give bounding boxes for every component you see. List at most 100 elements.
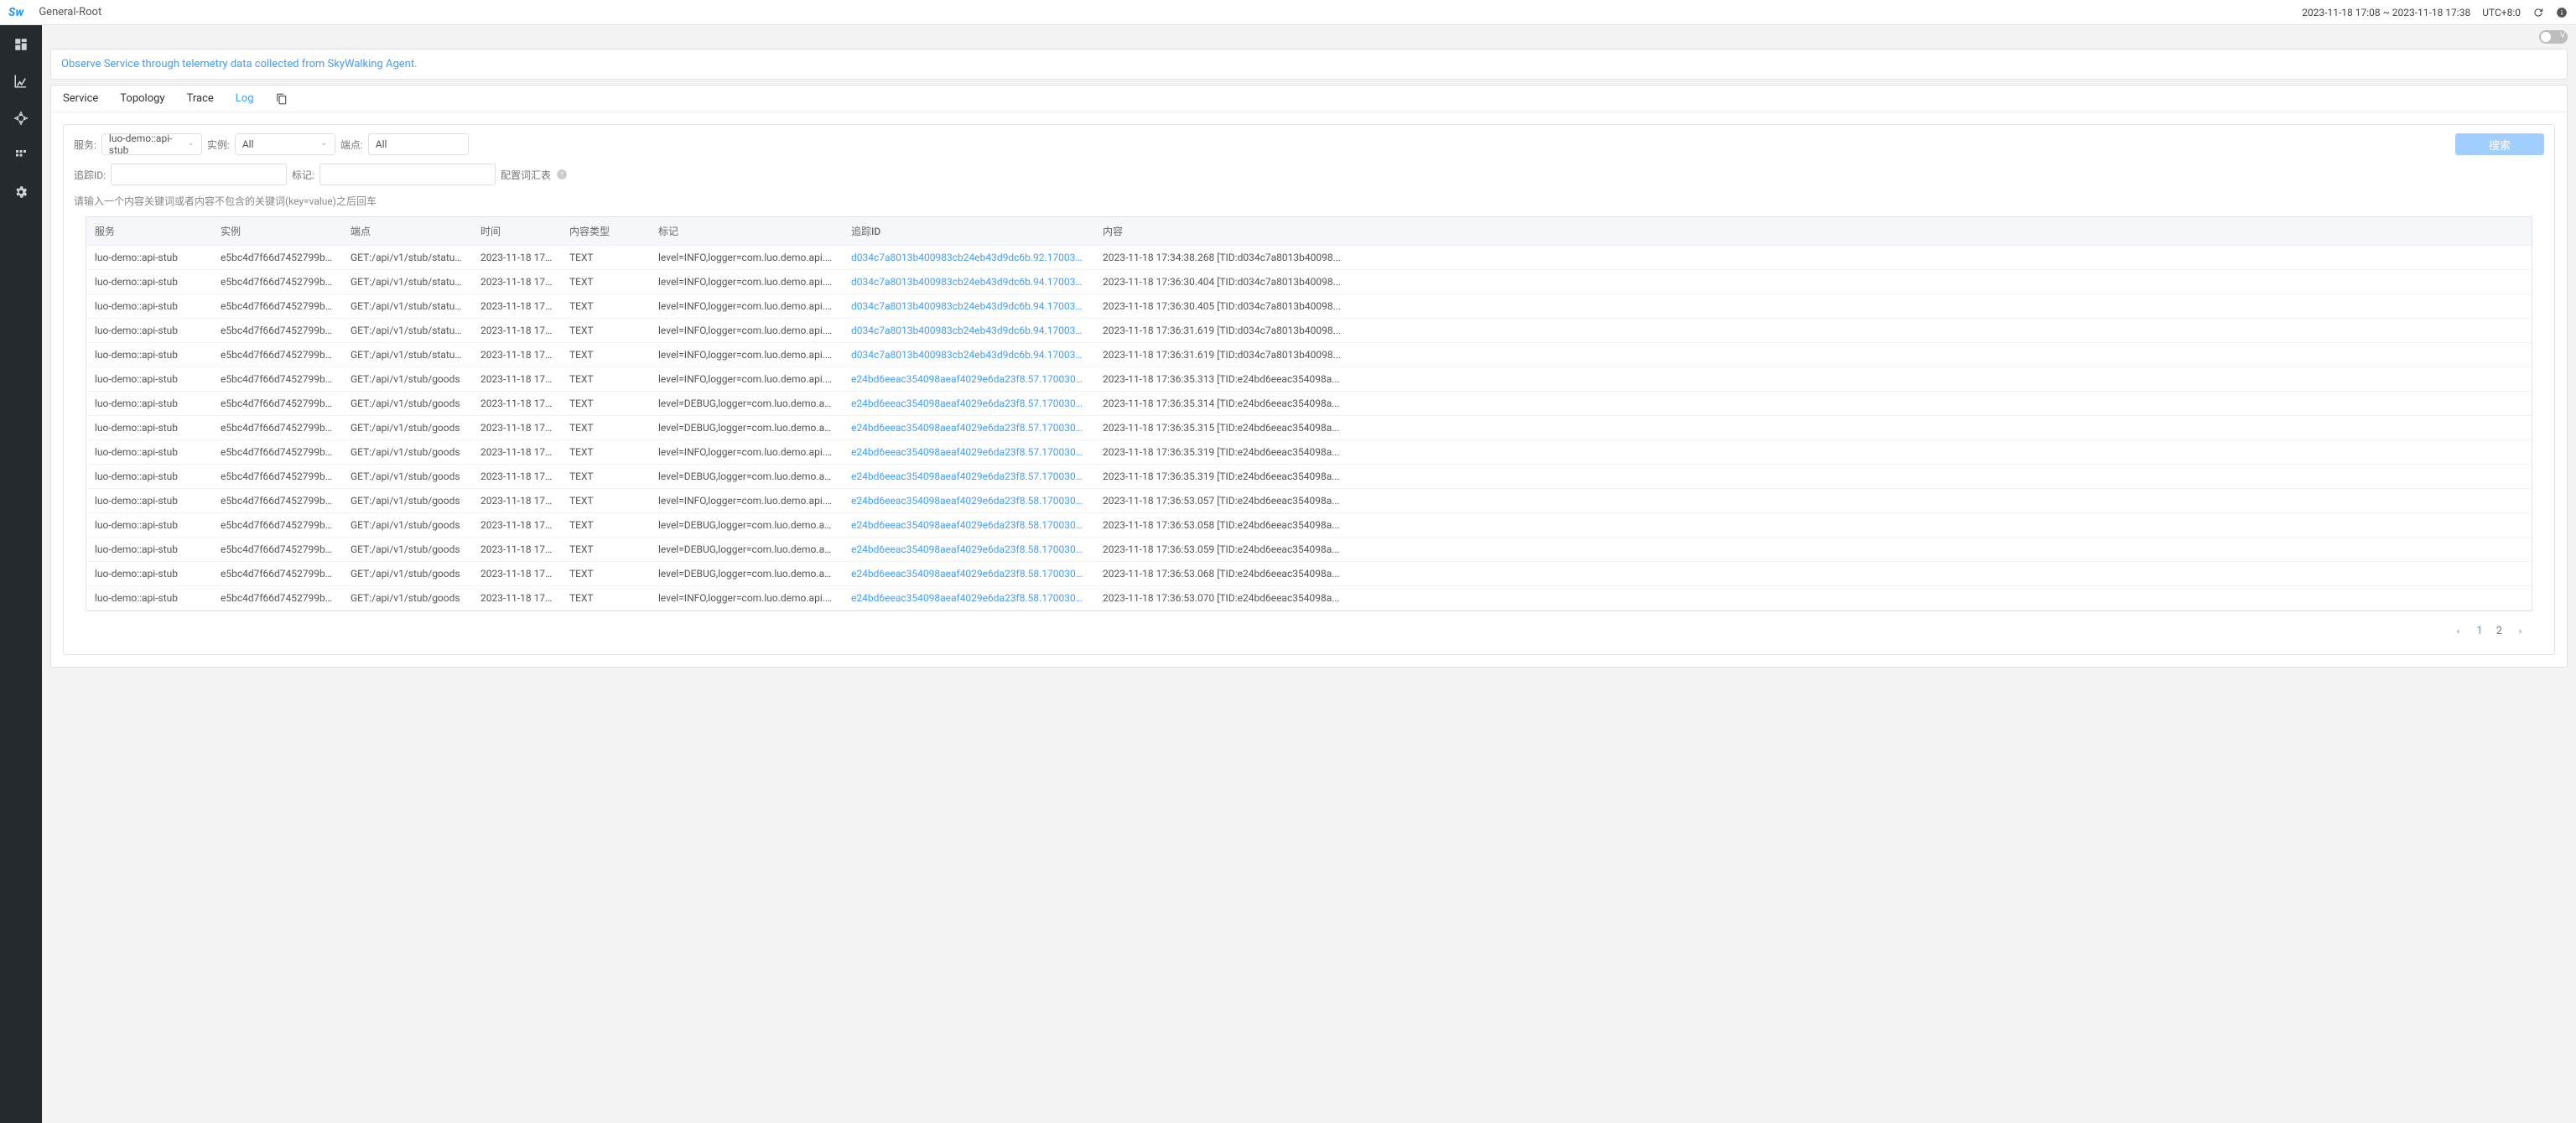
view-toggle[interactable]: V (2539, 30, 2568, 44)
cell-time: 2023-11-18 17:36:35 (472, 416, 561, 440)
cell-endpoint: GET:/api/v1/stub/goods (342, 392, 472, 416)
dashboard-icon[interactable] (13, 37, 29, 52)
chart-icon[interactable] (13, 74, 29, 89)
cell-service: luo-demo::api-stub (86, 343, 212, 367)
table-row[interactable]: luo-demo::api-stube5bc4d7f66d7452799b509… (86, 319, 2532, 343)
table-row[interactable]: luo-demo::api-stube5bc4d7f66d7452799b509… (86, 270, 2532, 294)
cell-tag: level=DEBUG,logger=com.luo.demo.api.stub… (650, 392, 843, 416)
cell-content: 2023-11-18 17:36:53.059 [TID:e24bd6eeac3… (1094, 538, 2515, 562)
cell-endpoint: GET:/api/v1/stub/goods (342, 465, 472, 489)
service-select[interactable]: luo-demo::api-stub (101, 133, 202, 155)
cell-trace-id[interactable]: d034c7a8013b400983cb24eb43d9dc6b.94.1700… (843, 294, 1094, 319)
cell-endpoint: GET:/api/v1/stub/status/{status} (342, 270, 472, 294)
trace-id-input[interactable] (111, 164, 287, 185)
col-endpoint[interactable]: 端点 (342, 217, 472, 246)
cell-service: luo-demo::api-stub (86, 562, 212, 586)
cell-service: luo-demo::api-stub (86, 319, 212, 343)
copy-icon[interactable] (276, 93, 288, 105)
apps-icon[interactable] (13, 148, 29, 163)
cell-service: luo-demo::api-stub (86, 392, 212, 416)
cell-endpoint: GET:/api/v1/stub/goods (342, 538, 472, 562)
refresh-icon[interactable] (2532, 7, 2544, 18)
service-label: 服务: (74, 138, 96, 152)
tag-input[interactable] (319, 164, 496, 185)
pager-page-2[interactable]: 2 (2496, 625, 2502, 637)
target-icon[interactable] (13, 111, 29, 126)
cell-trace-id[interactable]: d034c7a8013b400983cb24eb43d9dc6b.94.1700… (843, 343, 1094, 367)
info-icon[interactable] (2556, 7, 2568, 18)
cell-instance: e5bc4d7f66d7452799b509e8951... (212, 392, 342, 416)
help-icon[interactable]: ? (556, 169, 568, 180)
table-row[interactable]: luo-demo::api-stube5bc4d7f66d7452799b509… (86, 294, 2532, 319)
table-row[interactable]: luo-demo::api-stube5bc4d7f66d7452799b509… (86, 538, 2532, 562)
table-row[interactable]: luo-demo::api-stube5bc4d7f66d7452799b509… (86, 562, 2532, 586)
cell-content: 2023-11-18 17:36:53.058 [TID:e24bd6eeac3… (1094, 513, 2515, 538)
cell-trace-id[interactable]: d034c7a8013b400983cb24eb43d9dc6b.94.1700… (843, 270, 1094, 294)
cell-trace-id[interactable]: e24bd6eeac354098aeaf4029e6da23f8.57.1700… (843, 440, 1094, 465)
cell-tag: level=INFO,logger=com.luo.demo.api.stub.… (650, 489, 843, 513)
cell-trace-id[interactable]: e24bd6eeac354098aeaf4029e6da23f8.57.1700… (843, 465, 1094, 489)
cell-trace-id[interactable]: d034c7a8013b400983cb24eb43d9dc6b.92.1700… (843, 246, 1094, 270)
pager-prev-icon[interactable] (2453, 626, 2463, 637)
logo: Sw (8, 6, 23, 19)
cell-service: luo-demo::api-stub (86, 513, 212, 538)
table-row[interactable]: luo-demo::api-stube5bc4d7f66d7452799b509… (86, 586, 2532, 611)
config-vocab-link[interactable]: 配置词汇表 (501, 168, 551, 182)
cell-instance: e5bc4d7f66d7452799b509e8951... (212, 246, 342, 270)
cell-trace-id[interactable]: e24bd6eeac354098aeaf4029e6da23f8.58.1700… (843, 513, 1094, 538)
col-time[interactable]: 时间 (472, 217, 561, 246)
gear-icon[interactable] (13, 185, 29, 200)
description-link[interactable]: Observe Service through telemetry data c… (61, 58, 418, 70)
table-row[interactable]: luo-demo::api-stube5bc4d7f66d7452799b509… (86, 465, 2532, 489)
instance-label: 实例: (207, 138, 230, 152)
table-row[interactable]: luo-demo::api-stube5bc4d7f66d7452799b509… (86, 416, 2532, 440)
cell-trace-id[interactable]: e24bd6eeac354098aeaf4029e6da23f8.57.1700… (843, 392, 1094, 416)
cell-content-type: TEXT (561, 416, 650, 440)
cell-content-type: TEXT (561, 294, 650, 319)
endpoint-select[interactable]: All (368, 133, 469, 155)
tab-service[interactable]: Service (63, 92, 98, 105)
col-trace-id[interactable]: 追踪ID (843, 217, 1094, 246)
tab-trace[interactable]: Trace (187, 92, 214, 105)
cell-content: 2023-11-18 17:36:53.068 [TID:e24bd6eeac3… (1094, 562, 2515, 586)
search-button[interactable]: 搜索 (2455, 133, 2544, 155)
cell-trace-id[interactable]: e24bd6eeac354098aeaf4029e6da23f8.58.1700… (843, 538, 1094, 562)
pager-next-icon[interactable] (2516, 626, 2526, 637)
cell-service: luo-demo::api-stub (86, 367, 212, 392)
table-row[interactable]: luo-demo::api-stube5bc4d7f66d7452799b509… (86, 392, 2532, 416)
table-row[interactable]: luo-demo::api-stube5bc4d7f66d7452799b509… (86, 489, 2532, 513)
cell-trace-id[interactable]: d034c7a8013b400983cb24eb43d9dc6b.94.1700… (843, 319, 1094, 343)
col-service[interactable]: 服务 (86, 217, 212, 246)
cell-endpoint: GET:/api/v1/stub/goods (342, 416, 472, 440)
time-range[interactable]: 2023-11-18 17:08 ~ 2023-11-18 17:38 (2302, 7, 2470, 18)
cell-content-type: TEXT (561, 343, 650, 367)
tab-topology[interactable]: Topology (120, 92, 164, 105)
col-content-type[interactable]: 内容类型 (561, 217, 650, 246)
cell-content: 2023-11-18 17:36:31.619 [TID:d034c7a8013… (1094, 319, 2515, 343)
breadcrumb[interactable]: General-Root (39, 6, 101, 18)
cell-time: 2023-11-18 17:36:31 (472, 319, 561, 343)
col-tag[interactable]: 标记 (650, 217, 843, 246)
top-header: Sw General-Root 2023-11-18 17:08 ~ 2023-… (0, 0, 2576, 25)
cell-tag: level=INFO,logger=com.luo.demo.api.stub.… (650, 586, 843, 611)
table-row[interactable]: luo-demo::api-stube5bc4d7f66d7452799b509… (86, 343, 2532, 367)
table-row[interactable]: luo-demo::api-stube5bc4d7f66d7452799b509… (86, 367, 2532, 392)
cell-trace-id[interactable]: e24bd6eeac354098aeaf4029e6da23f8.58.1700… (843, 586, 1094, 611)
cell-trace-id[interactable]: e24bd6eeac354098aeaf4029e6da23f8.58.1700… (843, 562, 1094, 586)
cell-content-type: TEXT (561, 440, 650, 465)
table-row[interactable]: luo-demo::api-stube5bc4d7f66d7452799b509… (86, 246, 2532, 270)
log-table: 服务 实例 端点 时间 内容类型 标记 追踪ID 内容 luo-demo::ap… (86, 216, 2532, 611)
table-row[interactable]: luo-demo::api-stube5bc4d7f66d7452799b509… (86, 440, 2532, 465)
tab-log[interactable]: Log (236, 92, 254, 105)
cell-trace-id[interactable]: e24bd6eeac354098aeaf4029e6da23f8.57.1700… (843, 367, 1094, 392)
cell-trace-id[interactable]: e24bd6eeac354098aeaf4029e6da23f8.57.1700… (843, 416, 1094, 440)
cell-trace-id[interactable]: e24bd6eeac354098aeaf4029e6da23f8.58.1700… (843, 489, 1094, 513)
col-instance[interactable]: 实例 (212, 217, 342, 246)
timezone[interactable]: UTC+8:0 (2482, 7, 2521, 18)
table-row[interactable]: luo-demo::api-stube5bc4d7f66d7452799b509… (86, 513, 2532, 538)
service-select-value: luo-demo::api-stub (109, 133, 187, 156)
col-content[interactable]: 内容 (1094, 217, 2515, 246)
instance-select[interactable]: All (235, 133, 335, 155)
pager-page-1[interactable]: 1 (2476, 625, 2482, 637)
cell-time: 2023-11-18 17:34:38 (472, 246, 561, 270)
